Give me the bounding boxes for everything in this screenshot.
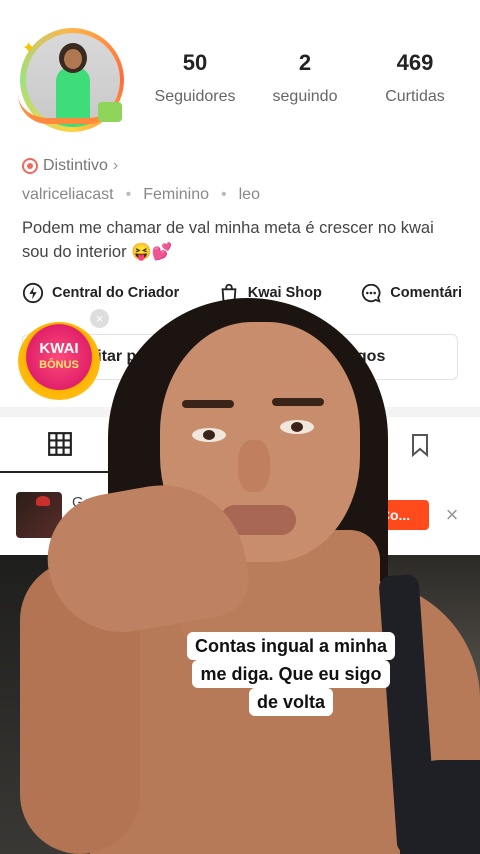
comment-bubble-icon	[362, 283, 381, 303]
likes-stat[interactable]: 469 Curtidas	[360, 50, 470, 106]
section-divider	[0, 407, 480, 417]
kwai-shop-button[interactable]: Kwai Shop	[218, 282, 322, 304]
comments-button[interactable]: Comentári	[360, 282, 462, 304]
caption-line: de volta	[248, 688, 334, 716]
add-friends-label: r amigos	[318, 348, 386, 365]
following-count: 2	[298, 50, 312, 75]
background-ui-text: nórias	[86, 675, 125, 691]
caption-line: Contas ingual a minha	[186, 632, 396, 660]
promo-cta-button[interactable]: Co...	[361, 500, 429, 530]
following-stat[interactable]: 2 seguindo	[250, 50, 360, 106]
grid-icon	[48, 432, 72, 456]
creator-bolt-icon	[22, 282, 44, 304]
video-caption: Contas ingual a minha me diga. Que eu si…	[169, 632, 413, 716]
followers-label: Seguidores	[154, 88, 236, 105]
meta-separator: •	[125, 186, 132, 203]
background-video-left	[0, 555, 130, 854]
tab-saved[interactable]	[360, 417, 480, 473]
edit-profile-label: itar perf	[97, 348, 157, 365]
shopping-bag-icon	[221, 283, 237, 303]
bonus-close-icon[interactable]: ×	[90, 309, 109, 328]
promo-close-icon[interactable]: ×	[440, 500, 464, 530]
content-tabs	[0, 417, 480, 473]
profile-screen: ✦ 50 Seguidores 2 seguindo 469 Curtidas …	[0, 0, 480, 555]
chevron-right-icon: ›	[112, 157, 119, 174]
bookmark-icon	[412, 434, 428, 458]
comments-label: Comentári	[390, 285, 462, 301]
badge-label: Distintivo	[43, 157, 108, 174]
gender: Feminino	[143, 186, 210, 203]
badge-link[interactable]: Distintivo ›	[22, 157, 118, 175]
followers-count: 50	[182, 50, 208, 75]
creator-center-label: Central do Criador	[52, 285, 180, 301]
creator-center-button[interactable]: Central do Criador	[22, 282, 179, 304]
likes-count: 469	[396, 50, 434, 75]
avatar[interactable]: ✦	[14, 28, 136, 136]
kwai-bonus-line1: KWAI	[39, 340, 79, 357]
likes-label: Curtidas	[385, 88, 445, 105]
background-ui-glyphs: ᖷ ⊖	[86, 627, 97, 662]
profile-stats: 50 Seguidores 2 seguindo 469 Curtidas	[140, 50, 470, 106]
profile-bio: Podem me chamar de val minha meta é cres…	[22, 219, 434, 261]
zodiac-sign: leo	[238, 186, 260, 203]
caption-line: me diga. Que eu sigo	[192, 660, 390, 688]
avatar-frame-decoration: ✦	[14, 40, 136, 128]
tab-posts-grid[interactable]	[0, 417, 120, 473]
add-friends-button[interactable]: r amigos	[246, 334, 458, 380]
promo-title: Gere s	[72, 494, 118, 511]
profile-meta: valriceliacast • Feminino • leo	[22, 186, 260, 204]
followers-stat[interactable]: 50 Seguidores	[140, 50, 250, 106]
following-label: seguindo	[272, 88, 338, 105]
meta-separator: •	[221, 186, 227, 203]
username: valriceliacast	[22, 186, 114, 203]
kwai-bonus-line2: BÔNUS	[39, 359, 79, 371]
kwai-bonus-badge[interactable]: KWAI BÔNUS	[18, 322, 100, 400]
profile-actions: Central do Criador Kwai Shop Comentári	[22, 282, 462, 304]
badge-icon	[22, 158, 38, 174]
promo-thumbnail	[16, 492, 62, 538]
kwai-shop-label: Kwai Shop	[247, 285, 322, 301]
